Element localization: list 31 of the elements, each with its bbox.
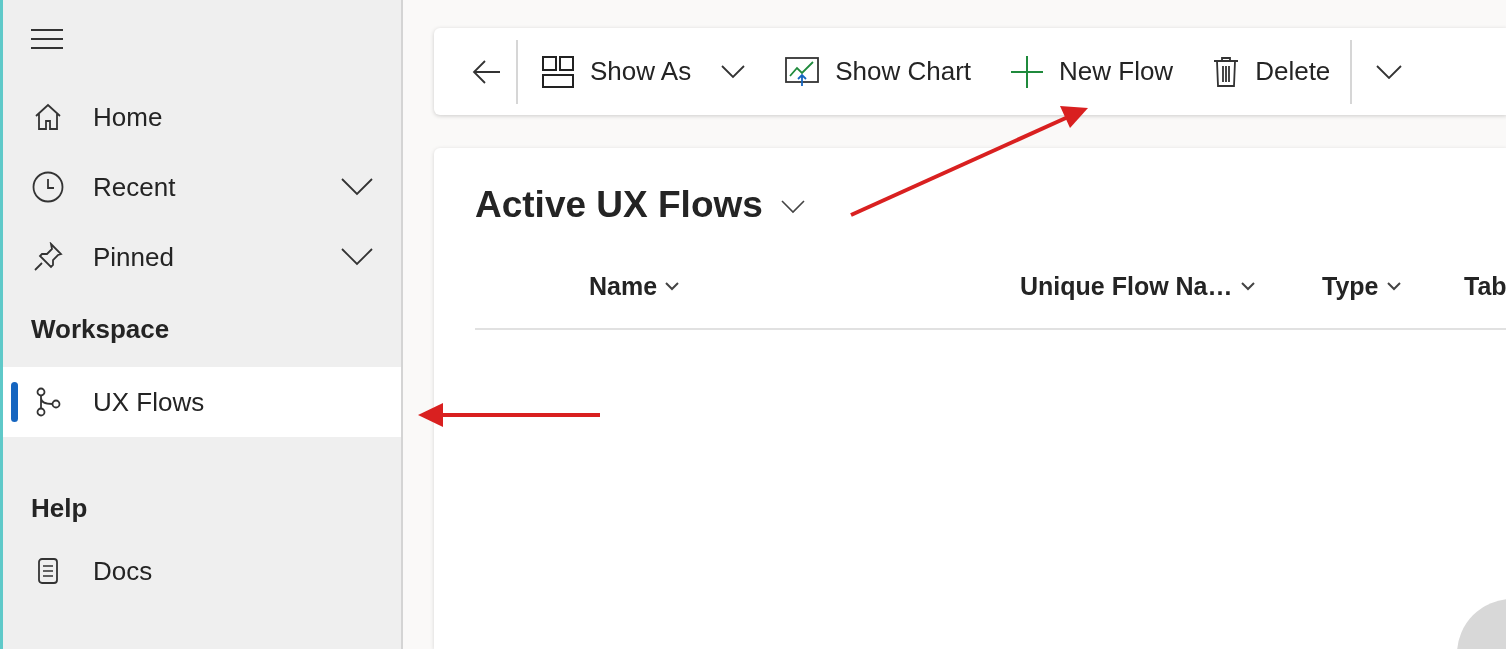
- toolbar-button[interactable]: New Flow: [991, 41, 1194, 102]
- nav-item[interactable]: Pinned: [3, 222, 401, 292]
- toolbar-button[interactable]: Show Chart: [765, 41, 991, 102]
- back-arrow-icon: [472, 58, 502, 85]
- nav-item[interactable]: Docs: [3, 536, 401, 606]
- chevron-down-icon: [1376, 64, 1403, 79]
- chevron-down-icon[interactable]: [341, 248, 373, 266]
- chevron-down-icon: [721, 64, 746, 79]
- section-heading: Help: [30, 492, 89, 525]
- clock-icon: [31, 171, 65, 203]
- column-header[interactable]: Type: [1322, 270, 1464, 301]
- chevron-down-icon[interactable]: [341, 178, 373, 196]
- column-header[interactable]: Tab: [1464, 270, 1506, 301]
- plus-icon: [1011, 55, 1043, 88]
- toolbar-button[interactable]: Show As: [518, 41, 766, 102]
- chevron-down-icon: [665, 282, 680, 291]
- chevron-down-icon: [1240, 282, 1255, 291]
- column-header[interactable]: Unique Flow Na…: [1020, 270, 1322, 301]
- nav-item[interactable]: UX Flows: [3, 367, 401, 437]
- toolbar-button[interactable]: Delete: [1193, 41, 1351, 102]
- section-heading: Workspace: [30, 313, 171, 346]
- nav-item[interactable]: Recent: [3, 152, 401, 222]
- selection-indicator: [11, 382, 18, 422]
- column-header[interactable]: Name: [589, 270, 1020, 301]
- chevron-down-icon: [1386, 282, 1401, 291]
- view-title: Active UX Flows: [475, 184, 763, 226]
- chart-icon: [785, 56, 820, 87]
- chevron-down-icon[interactable]: [780, 200, 805, 214]
- trash-icon: [1213, 55, 1240, 88]
- nav-item[interactable]: Home: [3, 82, 401, 152]
- layout-icon: [542, 55, 574, 88]
